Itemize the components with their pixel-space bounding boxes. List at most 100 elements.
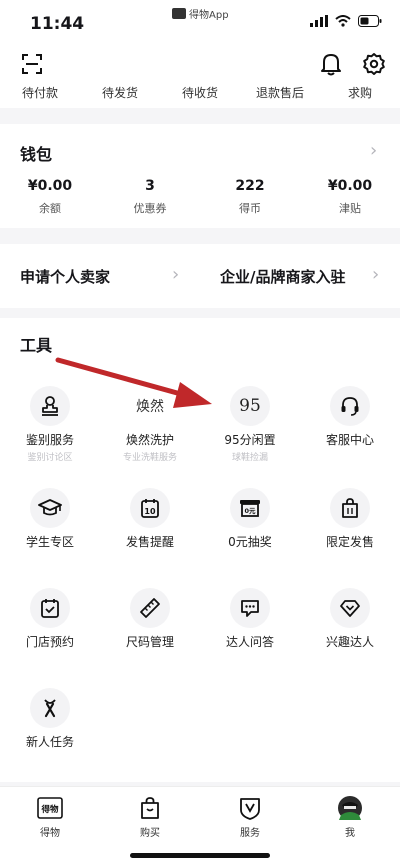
seal-stamp-icon <box>42 396 58 416</box>
tab-label: 服务 <box>240 828 260 839</box>
tool-customer-service[interactable]: 客服中心 <box>300 386 400 448</box>
tool-icon-bg <box>330 588 370 628</box>
tool-size-management[interactable]: 尺码管理 <box>100 588 200 650</box>
dewu-logo-icon: 得物 <box>37 797 63 819</box>
bell-icon[interactable] <box>320 52 342 76</box>
apply-personal-seller[interactable]: 申请个人卖家 <box>20 266 110 287</box>
order-tab-refund[interactable]: 退款售后 <box>240 84 320 101</box>
wifi-icon <box>335 15 351 27</box>
wallet-coins-value: 222 <box>235 178 265 194</box>
gear-icon[interactable] <box>362 52 386 76</box>
wallet-card[interactable]: 钱包 › ¥0.00 余额 3 优惠券 222 得币 ¥0.00 津贴 <box>0 124 400 228</box>
shopping-bag-icon <box>342 498 358 518</box>
seller-apply-card: 申请个人卖家 › 企业/品牌商家入驻 › <box>0 244 400 308</box>
gem-icon <box>340 600 360 617</box>
graduation-cap-icon <box>38 499 62 516</box>
tab-label: 得物 <box>40 828 60 839</box>
headset-icon <box>341 397 359 416</box>
tab-dewu[interactable]: 得物 得物 <box>0 795 100 839</box>
tool-label: 95分闲置 <box>224 433 276 447</box>
tab-icon-wrap <box>137 795 163 821</box>
order-tab-want-to-buy[interactable]: 求购 <box>320 84 400 101</box>
tool-expert-qa[interactable]: 达人问答 <box>200 588 300 650</box>
tool-student-zone[interactable]: 学生专区 <box>0 488 100 550</box>
apply-enterprise-seller[interactable]: 企业/品牌商家入驻 <box>220 266 345 287</box>
app-logo-icon <box>172 8 186 19</box>
wallet-balance-value: ¥0.00 <box>27 178 73 194</box>
wallet-coupons[interactable]: 3 优惠券 <box>100 178 200 216</box>
order-tab-pending-receipt[interactable]: 待收货 <box>160 84 240 101</box>
tool-sublabel: 鉴别讨论区 <box>27 453 73 463</box>
tool-icon-bg: 0元 <box>230 488 270 528</box>
app-badge: 得物App <box>172 6 229 21</box>
avatar-icon <box>338 796 362 820</box>
tool-label: 学生专区 <box>25 535 74 549</box>
battery-icon <box>358 15 382 27</box>
tab-icon-wrap: 得物 <box>37 795 63 821</box>
tab-buy[interactable]: 购买 <box>100 795 200 839</box>
wallet-allowance-label: 津贴 <box>339 202 361 215</box>
tool-icon-bg <box>30 386 70 426</box>
order-tab-pending-payment[interactable]: 待付款 <box>0 84 80 101</box>
tool-label: 0元抽奖 <box>228 535 272 549</box>
wallet-allowance[interactable]: ¥0.00 津贴 <box>300 178 400 216</box>
tool-label: 鉴别服务 <box>25 433 74 447</box>
chevron-right-icon: › <box>370 140 378 161</box>
tool-icon-bg: 10 <box>130 488 170 528</box>
tools-card: 工具 鉴别服务 鉴别讨论区 焕然 焕然洗护 专业洗鞋服务 95 95分闲置 球鞋… <box>0 318 400 782</box>
calendar-icon: 10 <box>141 499 159 518</box>
app-name: 得物App <box>189 10 229 21</box>
tool-store-booking[interactable]: 门店预约 <box>0 588 100 650</box>
calendar-check-icon <box>41 599 59 618</box>
tool-icon-bg <box>330 488 370 528</box>
wallet-allowance-value: ¥0.00 <box>327 178 373 194</box>
bag-icon <box>141 797 159 819</box>
tool-icon-bg: 95 <box>230 386 270 426</box>
home-indicator <box>130 853 270 858</box>
wallet-coins[interactable]: 222 得币 <box>200 178 300 216</box>
tools-title: 工具 <box>20 336 53 355</box>
tool-limited-release[interactable]: 限定发售 <box>300 488 400 550</box>
signal-icon <box>310 15 328 27</box>
tool-icon-bg <box>30 488 70 528</box>
tool-icon-bg <box>30 688 70 728</box>
lottery-ticket-text: 0元 <box>244 507 256 515</box>
tool-label: 发售提醒 <box>125 535 174 549</box>
tool-label: 达人问答 <box>225 635 274 649</box>
status-bar: 11:44 得物App <box>0 0 400 46</box>
chevron-right-icon: › <box>172 264 180 285</box>
wallet-balance[interactable]: ¥0.00 余额 <box>0 178 100 216</box>
tab-icon-wrap <box>337 795 363 821</box>
system-icons <box>310 15 382 27</box>
tab-icon-wrap <box>237 795 263 821</box>
tool-interest-expert[interactable]: 兴趣达人 <box>300 588 400 650</box>
calendar-date-text: 10 <box>144 507 156 516</box>
tool-free-lottery[interactable]: 0元 0元抽奖 <box>200 488 300 550</box>
shield-v-icon <box>240 798 260 820</box>
lottery-ticket-icon: 0元 <box>240 500 260 517</box>
scan-icon[interactable] <box>22 54 42 74</box>
wallet-coupons-value: 3 <box>145 178 155 194</box>
95-logo: 95 <box>239 396 261 416</box>
huanran-logo: 焕然 <box>136 399 164 415</box>
tool-release-reminder[interactable]: 10 发售提醒 <box>100 488 200 550</box>
tool-authentication[interactable]: 鉴别服务 鉴别讨论区 <box>0 386 100 463</box>
tool-newbie-tasks[interactable]: 新人任务 <box>0 688 100 750</box>
tab-service[interactable]: 服务 <box>200 795 300 839</box>
wallet-balance-label: 余额 <box>39 202 61 215</box>
order-tab-pending-shipment[interactable]: 待发货 <box>80 84 160 101</box>
tool-95-idle[interactable]: 95 95分闲置 球鞋捡漏 <box>200 386 300 463</box>
tab-me[interactable]: 我 <box>300 795 400 839</box>
chevron-right-icon: › <box>372 264 380 285</box>
tool-label: 限定发售 <box>325 535 374 549</box>
tool-sublabel: 专业洗鞋服务 <box>122 453 177 463</box>
tool-icon-bg <box>130 588 170 628</box>
chat-bubble-icon <box>241 600 259 617</box>
tool-sublabel: 球鞋捡漏 <box>231 453 268 463</box>
tool-label: 新人任务 <box>25 735 74 749</box>
wallet-coupons-label: 优惠券 <box>133 202 167 215</box>
tool-huanran-care[interactable]: 焕然 焕然洗护 专业洗鞋服务 <box>100 386 200 463</box>
tool-icon-bg: 焕然 <box>130 386 170 426</box>
order-status-row: 待付款 待发货 待收货 退款售后 求购 <box>0 84 400 101</box>
tool-label: 焕然洗护 <box>125 433 174 447</box>
